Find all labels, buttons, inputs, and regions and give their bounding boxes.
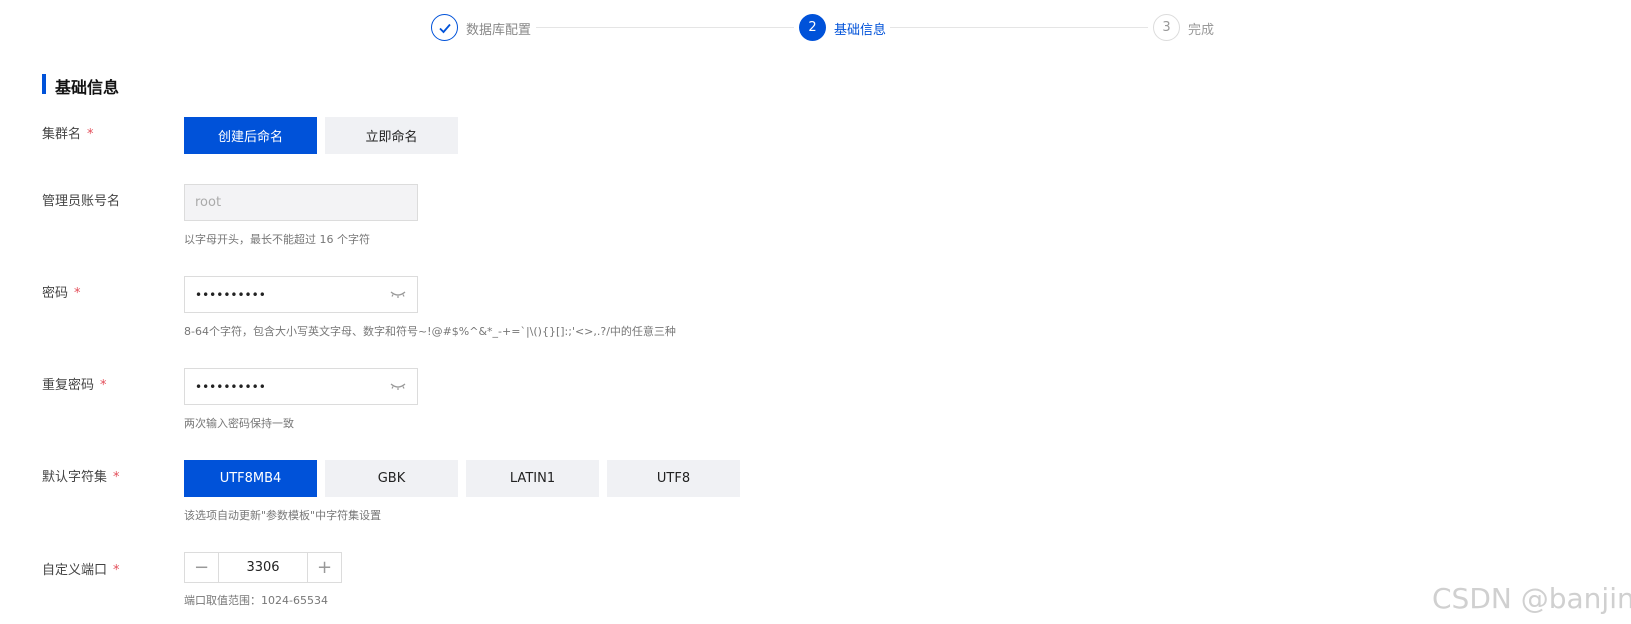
step-divider xyxy=(536,27,794,28)
step-3-number: 3 xyxy=(1153,14,1180,41)
step-1-label: 数据库配置 xyxy=(466,23,532,38)
name-after-create-button[interactable]: 创建后命名 xyxy=(184,117,317,154)
eye-closed-icon[interactable] xyxy=(389,288,407,300)
repeat-password-value[interactable]: •••••••••• xyxy=(195,380,266,394)
admin-account-hint: 以字母开头，最长不能超过 16 个字符 xyxy=(184,233,370,246)
charset-hint: 该选项自动更新"参数模板"中字符集设置 xyxy=(184,509,382,522)
charset-utf8-button[interactable]: UTF8 xyxy=(607,460,740,497)
password-label: 密码 * xyxy=(42,286,81,301)
port-decrement-button[interactable]: − xyxy=(185,553,218,582)
password-hint: 8-64个字符，包含大小写英文字母、数字和符号~!@#$%^&*_-+=`|\(… xyxy=(184,325,676,338)
section-title: 基础信息 xyxy=(55,78,120,97)
password-field[interactable]: •••••••••• xyxy=(184,276,418,313)
charset-latin1-button[interactable]: LATIN1 xyxy=(466,460,599,497)
password-value[interactable]: •••••••••• xyxy=(195,288,266,302)
repeat-password-field[interactable]: •••••••••• xyxy=(184,368,418,405)
required-mark: * xyxy=(100,378,107,393)
cluster-name-label: 集群名 * xyxy=(42,127,94,142)
step-2-label: 基础信息 xyxy=(834,23,887,38)
step-3-label: 完成 xyxy=(1188,23,1215,38)
required-mark: * xyxy=(113,563,120,578)
repeat-password-hint: 两次输入密码保持一致 xyxy=(184,417,294,430)
eye-closed-icon[interactable] xyxy=(389,380,407,392)
required-mark: * xyxy=(87,127,94,142)
watermark: CSDN @banjin xyxy=(1432,582,1631,615)
port-hint: 端口取值范围：1024-65534 xyxy=(184,594,328,607)
section-title-accent xyxy=(42,74,46,94)
repeat-password-label: 重复密码 * xyxy=(42,378,107,393)
admin-account-input[interactable] xyxy=(195,185,407,220)
required-mark: * xyxy=(113,470,120,485)
admin-account-field[interactable] xyxy=(184,184,418,221)
port-label: 自定义端口 * xyxy=(42,563,120,578)
admin-account-label: 管理员账号名 xyxy=(42,194,121,209)
port-increment-button[interactable]: + xyxy=(308,553,341,582)
step-1-check-icon xyxy=(431,14,458,41)
step-divider xyxy=(890,27,1148,28)
charset-gbk-button[interactable]: GBK xyxy=(325,460,458,497)
charset-utf8mb4-button[interactable]: UTF8MB4 xyxy=(184,460,317,497)
name-now-button[interactable]: 立即命名 xyxy=(325,117,458,154)
step-2-number: 2 xyxy=(799,14,826,41)
steps-bar: 数据库配置 2 基础信息 3 完成 xyxy=(0,13,1631,43)
required-mark: * xyxy=(74,286,81,301)
port-value[interactable]: 3306 xyxy=(218,553,308,582)
port-stepper[interactable]: − 3306 + xyxy=(184,552,342,583)
charset-label: 默认字符集 * xyxy=(42,470,120,485)
